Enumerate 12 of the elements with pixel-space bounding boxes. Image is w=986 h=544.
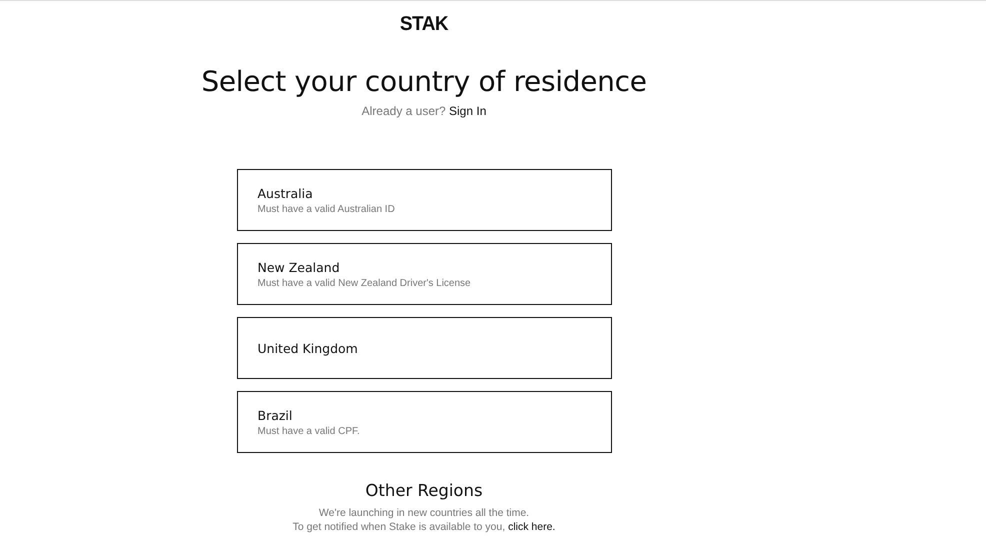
sign-in-link[interactable]: Sign In [449, 104, 486, 118]
country-option[interactable]: Australia Must have a valid Australian ID [236, 169, 612, 231]
country-option[interactable]: New Zealand Must have a valid New Zealand Driver's License [236, 243, 612, 305]
sign-in-prompt: Already a user? Sign In [362, 104, 486, 118]
info-text: We're launching in new countries all the time. [318, 506, 530, 520]
click-here-link[interactable]: click here. [508, 521, 556, 533]
country-option[interactable]: United Kingdom [236, 317, 612, 379]
section-heading: Other Regions [365, 481, 483, 500]
notify-text: To get notified when Stake is available to you, click here. [292, 520, 556, 534]
logo: STAK [400, 13, 448, 38]
page-title: Select your country of residence [201, 65, 647, 98]
country-option[interactable]: Brazil Must have a valid CPF. [236, 391, 612, 453]
